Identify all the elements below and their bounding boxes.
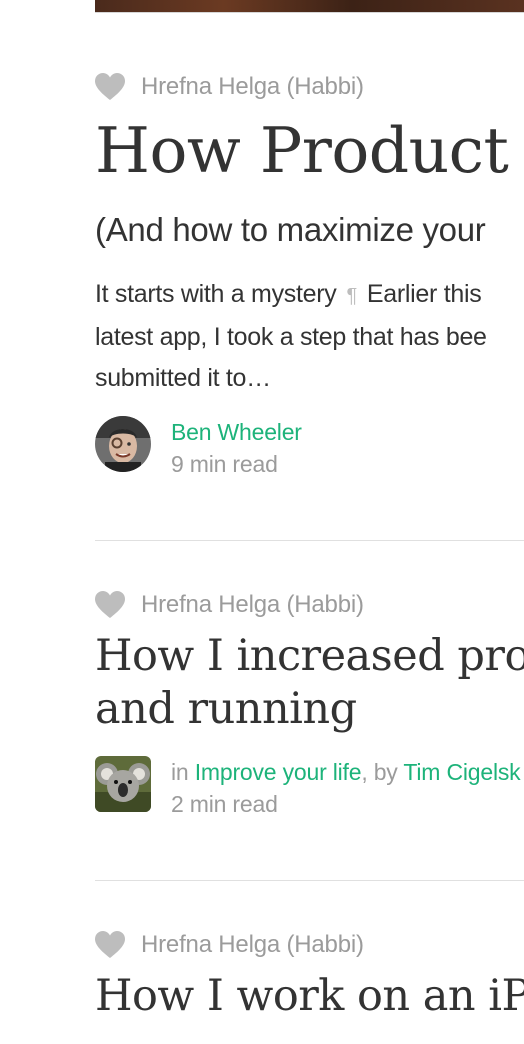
post-byline: in Improve your life, by Tim Cigelsk 2 m… xyxy=(95,756,521,820)
snippet-line-3: submitted it to… xyxy=(95,364,271,392)
recommender-name[interactable]: Hrefna Helga (Habbi) xyxy=(141,591,364,619)
koala-avatar[interactable] xyxy=(95,756,151,812)
snippet-line-2: latest app, I took a step that has bee xyxy=(95,323,487,351)
post-title-line-2: and running xyxy=(95,684,357,734)
author-link[interactable]: Ben Wheeler xyxy=(171,419,302,445)
post-card: Hrefna Helga (Habbi) How Product H (And … xyxy=(95,72,524,477)
recommendation-line: Hrefna Helga (Habbi) xyxy=(95,930,524,960)
post-divider xyxy=(95,540,524,541)
post-byline: Ben Wheeler 9 min read xyxy=(95,416,302,480)
post-title[interactable]: How I work on an iPac xyxy=(95,970,524,1023)
author-avatar[interactable] xyxy=(95,416,151,472)
recommender-name[interactable]: Hrefna Helga (Habbi) xyxy=(141,931,364,959)
byline-text: Ben Wheeler 9 min read xyxy=(171,416,302,480)
post-title[interactable]: How I increased produ and running xyxy=(95,630,524,736)
byline-text: in Improve your life, by Tim Cigelsk 2 m… xyxy=(171,756,521,820)
post-snippet[interactable]: It starts with a mystery ¶ Earlier this la… xyxy=(95,274,524,399)
recommender-name[interactable]: Hrefna Helga (Habbi) xyxy=(141,73,364,101)
post-stream: Hrefna Helga (Habbi) How Product H (And … xyxy=(0,0,524,1044)
post-card: Hrefna Helga (Habbi) How I work on an iP… xyxy=(95,930,524,1021)
post-title[interactable]: How Product H xyxy=(95,116,524,186)
post-divider xyxy=(95,880,524,881)
collection-link[interactable]: Improve your life xyxy=(195,759,362,785)
post-card: Hrefna Helga (Habbi) How I increased pro… xyxy=(95,590,524,817)
recommendation-line: Hrefna Helga (Habbi) xyxy=(95,72,524,102)
recommendation-line: Hrefna Helga (Habbi) xyxy=(95,590,524,620)
heart-icon[interactable] xyxy=(95,73,125,101)
snippet-line-1: It starts with a mystery ¶ Earlier this xyxy=(95,280,482,308)
post-title-line-1: How I increased produ xyxy=(95,631,524,681)
pilcrow-icon: ¶ xyxy=(346,285,357,307)
read-time: 9 min read xyxy=(171,451,278,477)
post-subtitle[interactable]: (And how to maximize your xyxy=(95,208,486,252)
previous-post-image[interactable] xyxy=(95,0,524,13)
heart-icon[interactable] xyxy=(95,591,125,619)
heart-icon[interactable] xyxy=(95,931,125,959)
author-link[interactable]: Tim Cigelsk xyxy=(403,759,520,785)
read-time: 2 min read xyxy=(171,791,278,817)
